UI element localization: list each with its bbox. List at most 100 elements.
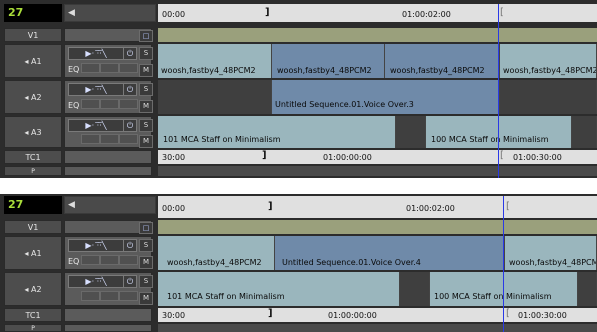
clip[interactable]: 100 MCA Staff on Minimalism [430, 272, 578, 306]
timecode-track[interactable]: 30:00 ] 01:00:00:00 [ 01:00:30:00 [158, 308, 597, 322]
in-mark-icon: ] [268, 308, 273, 319]
track-v1-controls: □ [64, 28, 153, 42]
clip[interactable]: Untitled Sequence.01.Voice Over.3 [272, 80, 500, 114]
eq-cell-2[interactable] [100, 63, 119, 73]
solo-button-a1[interactable]: S [139, 239, 153, 252]
track-v1-area[interactable] [158, 28, 597, 42]
track-a2-controls: ▶· ·̅·̅╲ ⏻ EQ S M [64, 80, 153, 114]
eq-cell-1[interactable] [81, 63, 100, 73]
waveform-button-a2[interactable]: ▶· ·̅·̅╲ [68, 83, 124, 96]
solo-button-a1[interactable]: S [139, 47, 153, 60]
out-mark-icon: [ [506, 201, 510, 212]
clip[interactable]: woosh,fastby4_48PCM2 [385, 44, 500, 78]
eq-cell-2[interactable] [100, 134, 119, 144]
out-mark-icon: [ [500, 7, 504, 18]
eq-cell-1[interactable] [81, 99, 100, 109]
mute-button-a2[interactable]: M [139, 292, 153, 305]
solo-button-a3[interactable]: S [139, 119, 153, 132]
timecode-start: 30:00 [162, 153, 186, 162]
mute-button-a1[interactable]: M [139, 64, 153, 77]
clip[interactable]: 100 MCA Staff on Minimalism [426, 116, 572, 148]
power-button-a1[interactable]: ⏻ [123, 47, 137, 60]
track-v1-label[interactable]: V1 [4, 220, 62, 234]
waveform-button-a1[interactable]: ▶· ·̅·̅╲ [68, 239, 124, 252]
eq-cell-1[interactable] [81, 291, 100, 301]
track-a1-controls: ▶· ·̅·̅╲ ⏻ EQ S M [64, 44, 153, 78]
filler [158, 80, 272, 114]
monitor-button-v1[interactable]: □ [139, 30, 153, 42]
filler [400, 272, 430, 306]
eq-cell-3[interactable] [119, 134, 138, 144]
timeline-panel-top: 27 ◀ 00:00 ] 01:00:02:00 [ V1 □ ◂ A1 ▶· … [0, 0, 597, 178]
clip[interactable]: woosh,fastby4_48PCM2 [500, 44, 597, 78]
track-a2-controls: ▶· ·̅·̅╲ ⏻ S M [64, 272, 153, 306]
track-a2-label[interactable]: ◂ A2 [4, 80, 62, 114]
frame-counter: 27 [4, 196, 62, 214]
timeline-panel-bottom: 27 ◀ 00:00 ] 01:00:02:00 [ V1 □ ◂ A1 ▶· … [0, 194, 597, 332]
eq-cell-2[interactable] [100, 99, 119, 109]
track-v1-label[interactable]: V1 [4, 28, 62, 42]
eq-label-a1: EQ [68, 257, 80, 266]
track-extra-area [158, 166, 597, 176]
left-arrow-icon[interactable]: ◀ [68, 8, 75, 18]
clip[interactable]: woosh,fastby4_48PCM2 [272, 44, 385, 78]
ruler-time-mark: 01:00:02:00 [406, 204, 455, 213]
clip[interactable]: woosh,fastby4_48PCM2 [505, 236, 597, 270]
time-ruler[interactable]: 00:00 ] 01:00:02:00 [ [158, 4, 597, 22]
track-extra-label: P [4, 324, 62, 332]
track-extra-area [158, 324, 597, 332]
filler [572, 116, 597, 148]
playhead[interactable] [503, 196, 504, 332]
clip[interactable]: Untitled Sequence.01.Voice Over.4 [275, 236, 505, 270]
track-tc1-label[interactable]: TC1 [4, 150, 62, 164]
track-extra-controls [64, 166, 152, 176]
timecode-mid: 01:00:00:00 [328, 311, 377, 320]
eq-cell-3[interactable] [119, 255, 138, 265]
timecode-end: 01:00:30:00 [513, 153, 562, 162]
clip[interactable]: 101 MCA Staff on Minimalism [158, 116, 396, 148]
track-a2-label[interactable]: ◂ A2 [4, 272, 62, 306]
time-ruler[interactable]: 00:00 ] 01:00:02:00 [ [158, 196, 597, 218]
clip[interactable]: woosh,fastby4_48PCM2 [158, 44, 272, 78]
waveform-button-a2[interactable]: ▶· ·̅·̅╲ [68, 275, 124, 288]
track-tc1-controls [64, 308, 152, 322]
track-tc1-label[interactable]: TC1 [4, 308, 62, 322]
eq-cell-3[interactable] [119, 63, 138, 73]
track-a1-area: woosh,fastby4_48PCM2 Untitled Sequence.0… [158, 236, 597, 270]
power-button-a2[interactable]: ⏻ [123, 275, 137, 288]
playhead[interactable] [498, 4, 499, 178]
power-button-a2[interactable]: ⏻ [123, 83, 137, 96]
solo-button-a2[interactable]: S [139, 83, 153, 96]
mute-button-a1[interactable]: M [139, 256, 153, 269]
track-v1-area[interactable] [158, 220, 597, 234]
eq-cell-1[interactable] [81, 134, 100, 144]
mute-button-a3[interactable]: M [139, 135, 153, 148]
mute-button-a2[interactable]: M [139, 100, 153, 113]
eq-cell-1[interactable] [81, 255, 100, 265]
power-button-a3[interactable]: ⏻ [123, 119, 137, 132]
monitor-button-v1[interactable]: □ [139, 222, 153, 234]
eq-cell-2[interactable] [100, 255, 119, 265]
left-arrow-icon[interactable]: ◀ [68, 200, 75, 210]
filler [396, 116, 426, 148]
clip[interactable]: 101 MCA Staff on Minimalism [158, 272, 400, 306]
scroll-left-bar[interactable]: ◀ [64, 196, 156, 214]
solo-button-a2[interactable]: S [139, 275, 153, 288]
timecode-end: 01:00:30:00 [518, 311, 567, 320]
track-a1-label[interactable]: ◂ A1 [4, 236, 62, 270]
timecode-track[interactable]: 30:00 ] 01:00:00:00 [ 01:00:30:00 [158, 150, 597, 164]
track-a3-label[interactable]: ◂ A3 [4, 116, 62, 148]
track-a1-label[interactable]: ◂ A1 [4, 44, 62, 78]
track-a3-area: 101 MCA Staff on Minimalism 100 MCA Staf… [158, 116, 597, 148]
frame-counter: 27 [4, 4, 62, 22]
clip[interactable]: woosh,fastby4_48PCM2 [158, 236, 275, 270]
scroll-left-bar[interactable]: ◀ [64, 4, 156, 22]
track-a1-area: woosh,fastby4_48PCM2 woosh,fastby4_48PCM… [158, 44, 597, 78]
eq-cell-2[interactable] [100, 291, 119, 301]
waveform-button-a1[interactable]: ▶· ·̅·̅╲ [68, 47, 124, 60]
waveform-button-a3[interactable]: ▶· ·̅·̅╲ [68, 119, 124, 132]
eq-cell-3[interactable] [119, 291, 138, 301]
power-button-a1[interactable]: ⏻ [123, 239, 137, 252]
eq-label-a2: EQ [68, 101, 80, 110]
eq-cell-3[interactable] [119, 99, 138, 109]
